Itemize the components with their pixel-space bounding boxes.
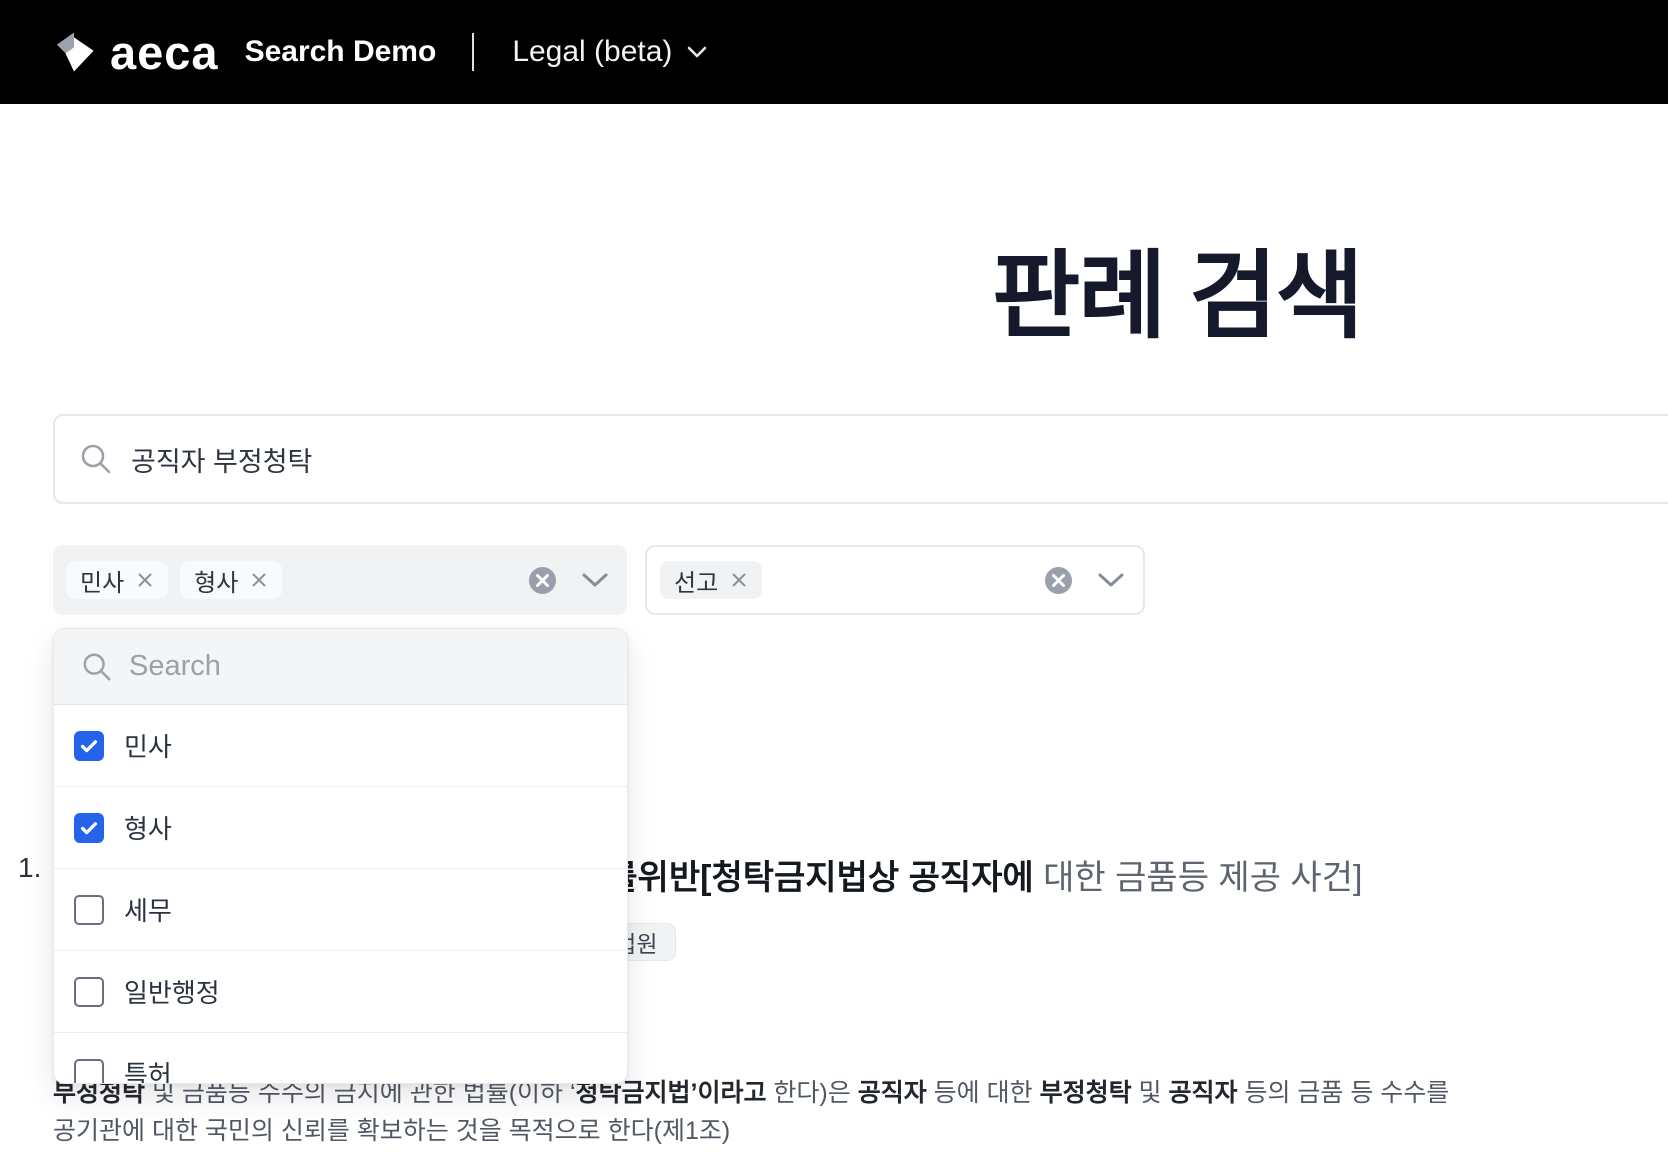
brand-name[interactable]: aeca — [110, 25, 219, 80]
option-label: 특허 — [124, 1055, 172, 1084]
chevron-down-icon — [686, 45, 708, 59]
search-input[interactable] — [131, 444, 1668, 475]
chevron-down-icon[interactable] — [1097, 572, 1125, 589]
chevron-down-icon[interactable] — [581, 572, 609, 589]
option-label: 일반행정 — [124, 973, 220, 1010]
search-icon — [79, 442, 113, 476]
case-type-multiselect[interactable]: 민사 형사 — [53, 545, 627, 615]
dropdown-search-row[interactable] — [54, 629, 627, 705]
filter-chip: 선고 — [660, 561, 762, 599]
chip-label: 선고 — [674, 563, 718, 598]
aeca-logo-icon[interactable] — [52, 30, 96, 74]
chip-label: 민사 — [80, 563, 124, 598]
option-ilbanhaengjeong[interactable]: 일반행정 — [54, 951, 627, 1033]
remove-chip-icon[interactable] — [136, 571, 154, 589]
checkbox-unchecked-icon[interactable] — [74, 895, 104, 925]
search-icon — [81, 651, 113, 683]
result-index: 1. — [18, 852, 41, 884]
chip-label: 형사 — [194, 563, 238, 598]
option-label: 형사 — [124, 809, 172, 846]
option-label: 민사 — [124, 727, 172, 764]
checkbox-checked-icon[interactable] — [74, 813, 104, 843]
remove-chip-icon[interactable] — [730, 571, 748, 589]
checkbox-unchecked-icon[interactable] — [74, 1059, 104, 1085]
nav-legal-dropdown[interactable]: Legal (beta) — [512, 35, 708, 69]
option-minsa[interactable]: 민사 — [54, 705, 627, 787]
clear-all-icon[interactable] — [529, 567, 556, 594]
option-teukheo[interactable]: 특허 — [54, 1033, 627, 1084]
dropdown-search-input[interactable] — [129, 650, 627, 683]
option-hyeongsa[interactable]: 형사 — [54, 787, 627, 869]
app: aeca Search Demo Legal (beta) 판례 검색 민사 — [0, 0, 1668, 1168]
filter-chip: 민사 — [66, 561, 168, 599]
app-title: Search Demo — [245, 35, 437, 69]
judgment-multiselect[interactable]: 선고 — [645, 545, 1145, 615]
search-bar[interactable] — [53, 414, 1668, 504]
result-title-link[interactable]: 법률위반[청탁금지법상 공직자에 대한 금품등 제공 사건] — [575, 850, 1362, 899]
result-title-rest: 대한 금품등 제공 사건] — [1034, 859, 1363, 897]
case-type-dropdown: 민사 형사 세무 일반행정 특허 — [53, 628, 628, 1084]
header-divider — [472, 33, 474, 71]
option-semu[interactable]: 세무 — [54, 869, 627, 951]
page-title: 판례 검색 — [992, 218, 1362, 357]
filter-chip: 형사 — [180, 561, 282, 599]
result-title-highlight: 법률위반[청탁금지법상 공직자에 — [575, 859, 1034, 897]
remove-chip-icon[interactable] — [250, 571, 268, 589]
nav-legal-label: Legal (beta) — [512, 35, 672, 69]
checkbox-unchecked-icon[interactable] — [74, 977, 104, 1007]
result-snippet-line2: 공기관에 대한 국민의 신뢰를 확보하는 것을 목적으로 한다(제1조) — [53, 1116, 1668, 1147]
option-label: 세무 — [124, 891, 172, 928]
checkbox-checked-icon[interactable] — [74, 731, 104, 761]
top-bar: aeca Search Demo Legal (beta) — [0, 0, 1668, 104]
clear-all-icon[interactable] — [1045, 567, 1072, 594]
